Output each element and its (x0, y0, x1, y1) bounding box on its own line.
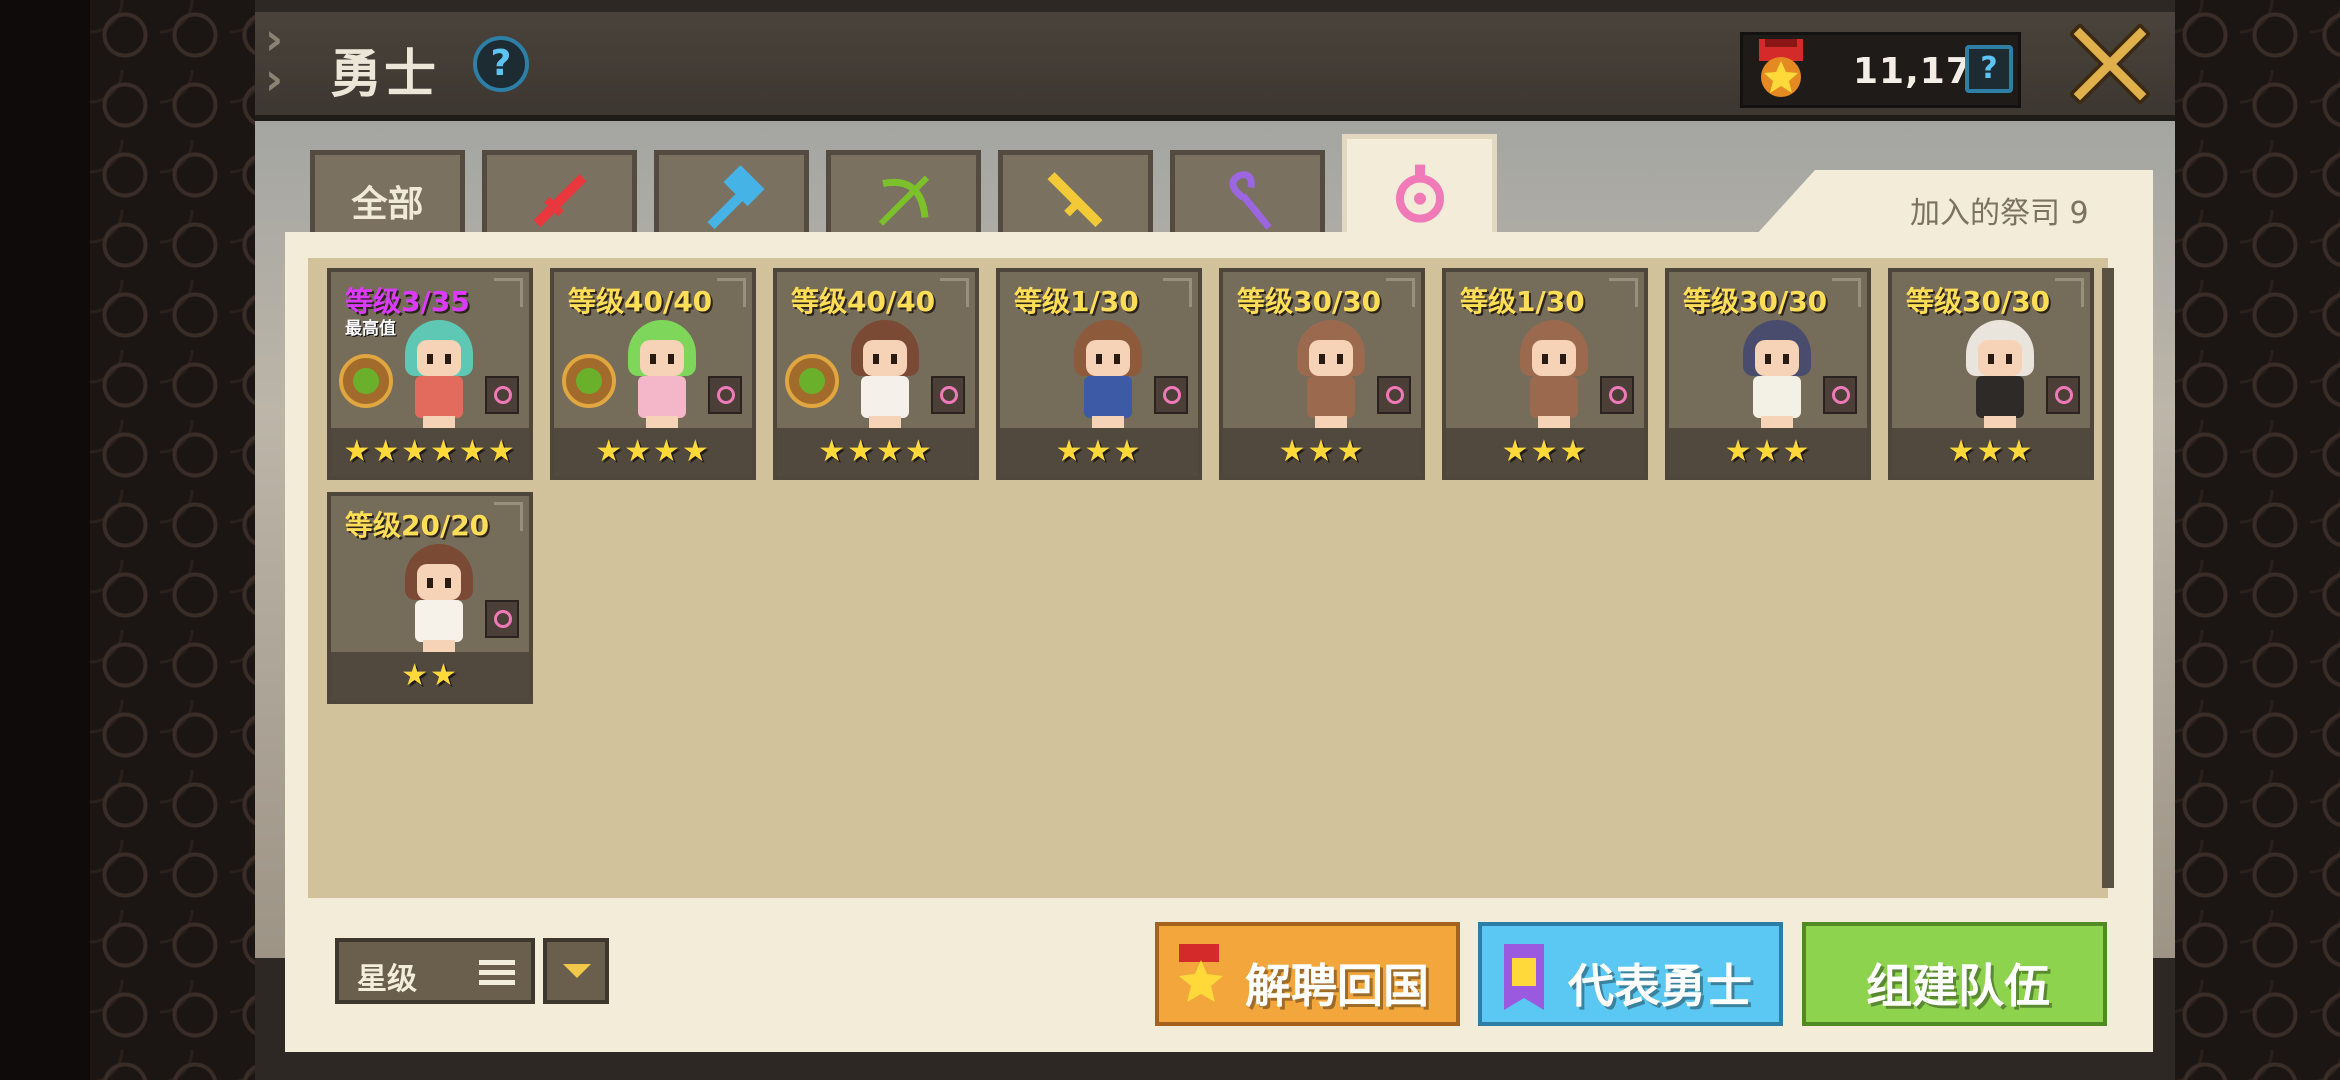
tab-staff[interactable] (1170, 150, 1325, 234)
priest-class-icon (708, 376, 742, 414)
medal-icon (1759, 39, 1803, 97)
background-pattern-right (2170, 0, 2340, 1080)
hero-portrait (397, 544, 481, 656)
hammer-icon (706, 165, 765, 229)
hero-portrait (843, 320, 927, 432)
hero-card[interactable]: 等级30/30 ★★★ (1219, 268, 1425, 480)
form-team-button-label: 组建队伍 (1866, 959, 2050, 1013)
card-corner-ornament (494, 278, 523, 307)
hero-level: 等级1/30 (1014, 285, 1139, 318)
hero-portrait (1735, 320, 1819, 432)
hero-level: 等级30/30 (1683, 285, 1828, 318)
priest-class-icon (1154, 376, 1188, 414)
hero-stars: ★★★ (1892, 428, 2090, 476)
scrollbar[interactable] (2102, 268, 2114, 888)
hero-stars: ★★★★ (554, 428, 752, 476)
hero-card[interactable]: 等级40/40 ★★★★ (773, 268, 979, 480)
staff-icon (1229, 170, 1272, 230)
priest-icon (1395, 164, 1444, 223)
hero-card[interactable]: 等级30/30 ★★★ (1665, 268, 1871, 480)
priest-class-icon (485, 376, 519, 414)
hero-portrait (1512, 320, 1596, 432)
tab-priest[interactable] (1342, 134, 1497, 236)
tab-bow[interactable] (826, 150, 981, 234)
hero-card[interactable]: 等级30/30 ★★★ (1888, 268, 2094, 480)
hero-level: 等级1/30 (1460, 285, 1585, 318)
joined-priest-count: 加入的祭司 9 (1910, 196, 2089, 231)
card-corner-ornament (2055, 278, 2084, 307)
hero-card[interactable]: 等级20/20 ★★ (327, 492, 533, 704)
hero-level: 等级40/40 (568, 285, 713, 318)
tab-sword[interactable] (482, 150, 637, 234)
card-corner-ornament (940, 278, 969, 307)
hero-stars: ★★★ (1223, 428, 1421, 476)
max-tag: 最高值 (345, 319, 396, 339)
tree-emblem-icon (785, 354, 839, 408)
form-team-button[interactable]: 组建队伍 (1802, 922, 2107, 1026)
card-corner-ornament (1163, 278, 1192, 307)
hero-portrait (620, 320, 704, 432)
hero-portrait (1289, 320, 1373, 432)
tab-hammer[interactable] (654, 150, 809, 234)
help-button[interactable]: ? (473, 36, 529, 92)
representative-button[interactable]: 代表勇士 (1478, 922, 1783, 1026)
card-corner-ornament (717, 278, 746, 307)
currency-display: 11,177 ? (1740, 32, 2021, 108)
hero-stars: ★★★ (1669, 428, 1867, 476)
chevron-icon: › › (265, 14, 284, 105)
tree-emblem-icon (562, 354, 616, 408)
header-bar: › › 勇士 ? 11,177 ? (255, 12, 2175, 121)
hero-stars: ★★ (331, 652, 529, 700)
dismiss-button[interactable]: 解聘回国 (1155, 922, 1460, 1026)
tab-gun[interactable] (998, 150, 1153, 234)
sort-dropdown-button[interactable] (543, 938, 609, 1004)
banner-icon (1504, 944, 1544, 1010)
list-icon (479, 960, 515, 986)
hero-level: 等级30/30 (1237, 285, 1382, 318)
page-title: 勇士 (330, 45, 439, 105)
priest-class-icon (2046, 376, 2080, 414)
card-corner-ornament (1609, 278, 1638, 307)
sword-icon (532, 173, 587, 227)
hero-portrait (1066, 320, 1150, 432)
gun-icon (1046, 171, 1103, 227)
hero-stars: ★★★ (1446, 428, 1644, 476)
dismiss-button-label: 解聘回国 (1245, 959, 1429, 1013)
hero-card[interactable]: 等级3/35 最高值 ★★★★★★ (327, 268, 533, 480)
hero-card[interactable]: 等级1/30 ★★★ (1442, 268, 1648, 480)
priest-class-icon (485, 600, 519, 638)
hero-level: 等级40/40 (791, 285, 936, 318)
representative-button-label: 代表勇士 (1568, 959, 1752, 1013)
hero-portrait (1958, 320, 2042, 432)
hero-level: 等级20/20 (345, 509, 490, 542)
card-corner-ornament (494, 502, 523, 531)
hero-stars: ★★★★★★ (331, 428, 529, 476)
priest-class-icon (1600, 376, 1634, 414)
sort-selector[interactable]: 星级 (335, 938, 535, 1004)
priest-class-icon (1377, 376, 1411, 414)
tab-all-label: 全部 (351, 184, 424, 225)
hero-card[interactable]: 等级1/30 ★★★ (996, 268, 1202, 480)
hero-portrait (397, 320, 481, 432)
sort-label: 星级 (357, 962, 417, 997)
medal-icon (1179, 944, 1223, 1002)
card-corner-ornament (1832, 278, 1861, 307)
hero-stars: ★★★ (1000, 428, 1198, 476)
currency-help-button[interactable]: ? (1965, 45, 2013, 93)
bow-icon (878, 174, 929, 226)
hero-card[interactable]: 等级40/40 ★★★★ (550, 268, 756, 480)
priest-class-icon (1823, 376, 1857, 414)
tab-all[interactable]: 全部 (310, 150, 465, 234)
background-pattern-left (90, 0, 260, 1080)
card-corner-ornament (1386, 278, 1415, 307)
priest-class-icon (931, 376, 965, 414)
close-icon[interactable] (2070, 24, 2150, 104)
tree-emblem-icon (339, 354, 393, 408)
hero-stars: ★★★★ (777, 428, 975, 476)
hero-level: 等级30/30 (1906, 285, 2051, 318)
